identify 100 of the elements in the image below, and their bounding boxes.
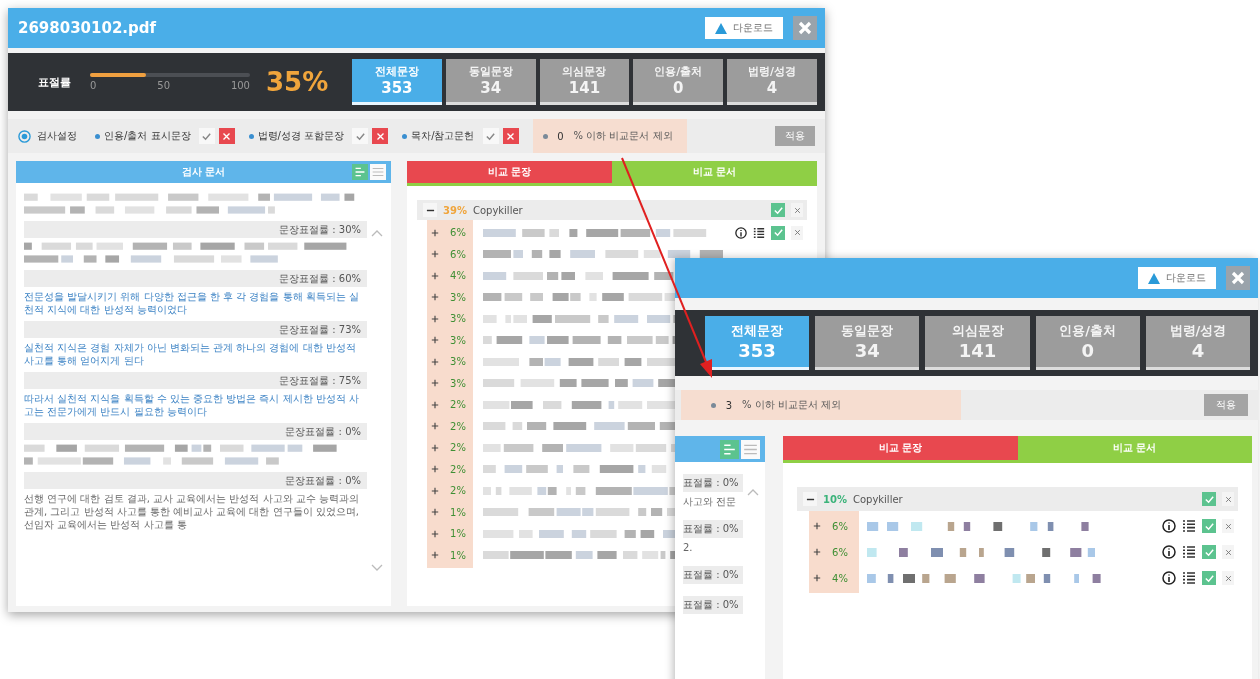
expand-icon[interactable]: [431, 357, 439, 366]
group-percent: 10%: [823, 493, 847, 505]
close-icon: [1224, 548, 1232, 556]
split-view-icon[interactable]: [720, 439, 739, 459]
check-button[interactable]: [771, 225, 785, 240]
expand-icon[interactable]: [431, 486, 439, 495]
similarity-rate: 표절률 : 0%: [683, 566, 743, 584]
include-button[interactable]: [352, 128, 369, 144]
bullet-icon: [711, 402, 716, 408]
match-percent: 3%: [449, 313, 467, 325]
tab[interactable]: 의심문장 141: [539, 59, 630, 105]
tab[interactable]: 인용/출처 0: [1035, 316, 1140, 370]
close-button[interactable]: [1226, 266, 1250, 290]
tab[interactable]: 법령/성경 4: [1145, 316, 1250, 370]
apply-button[interactable]: 적용: [1204, 394, 1248, 416]
expand-icon[interactable]: [813, 522, 821, 530]
close-icon: [375, 131, 385, 141]
remove-button[interactable]: [1222, 545, 1234, 559]
list-icon[interactable]: [1182, 545, 1196, 559]
close-icon: [506, 131, 515, 141]
percent-field[interactable]: 0: [553, 130, 568, 142]
match-percent: 2%: [449, 463, 467, 475]
match-percent: 3%: [449, 356, 467, 368]
remove-button[interactable]: [1222, 519, 1234, 533]
tick-label: 100: [230, 80, 250, 91]
expand-icon[interactable]: [813, 548, 821, 556]
exclude-button[interactable]: [218, 128, 235, 144]
match-percent: 1%: [449, 506, 467, 518]
bullet-icon: [542, 133, 548, 139]
expand-icon[interactable]: [431, 400, 439, 409]
group-name: Copykiller: [472, 204, 523, 216]
compare-tab[interactable]: 비교 문서: [612, 161, 817, 183]
match-percent: 6%: [831, 546, 849, 558]
compare-tab[interactable]: 비교 문장: [783, 436, 1018, 460]
remove-button[interactable]: [791, 203, 803, 217]
tab[interactable]: 동일문장 34: [815, 316, 920, 370]
remove-button[interactable]: [1222, 571, 1234, 585]
sentence-text: 2.: [683, 541, 694, 554]
list-icon[interactable]: [753, 226, 765, 239]
exclude-button[interactable]: [372, 128, 389, 144]
tab[interactable]: 전체문장 353: [705, 316, 810, 370]
check-button[interactable]: [771, 203, 785, 217]
collapse-button[interactable]: [423, 203, 437, 217]
download-button[interactable]: 다운로드: [1138, 267, 1216, 289]
expand-icon[interactable]: [431, 508, 439, 517]
check-icon: [1203, 520, 1215, 532]
expand-icon[interactable]: [431, 228, 439, 237]
expand-icon[interactable]: [431, 293, 439, 302]
expand-icon[interactable]: [431, 271, 439, 280]
expand-icon[interactable]: [431, 314, 439, 323]
source-group-row[interactable]: 10% Copykiller: [797, 487, 1238, 511]
apply-button[interactable]: 적용: [775, 126, 815, 146]
exclude-button[interactable]: [502, 128, 519, 144]
info-icon[interactable]: [735, 226, 747, 239]
sentence-text: 실천적 지식은 경험 자체가 아닌 변화되는 관계 하나의 경험에 대한 반성적 사고를 통해 얻어지게 된다: [24, 341, 357, 367]
compare-tab[interactable]: 비교 문장: [407, 161, 612, 183]
tab[interactable]: 인용/출처 0: [633, 59, 724, 105]
tab[interactable]: 전체문장 353: [352, 59, 442, 105]
expand-icon[interactable]: [431, 529, 439, 538]
exclusion-label: % 이하 비교문서 제외: [573, 129, 673, 143]
match-percent: 3%: [449, 377, 467, 389]
tab[interactable]: 법령/성경 4: [727, 59, 817, 105]
check-button[interactable]: [1202, 571, 1216, 585]
expand-icon[interactable]: [431, 250, 439, 259]
remove-button[interactable]: [1222, 492, 1234, 506]
check-button[interactable]: [1202, 519, 1216, 533]
tick-label: 50: [157, 80, 170, 91]
compare-tab[interactable]: 비교 문서: [1017, 436, 1252, 460]
expand-icon[interactable]: [431, 443, 439, 452]
list-icon[interactable]: [1182, 519, 1196, 533]
score-value: 35%: [266, 67, 330, 97]
include-button[interactable]: [198, 128, 215, 144]
download-button[interactable]: 다운로드: [705, 17, 783, 39]
check-button[interactable]: [1202, 492, 1216, 506]
bullet-icon: [95, 133, 100, 139]
info-icon[interactable]: [1162, 571, 1176, 585]
bullet-icon: [248, 133, 254, 139]
close-button[interactable]: [793, 16, 817, 40]
list-icon[interactable]: [1182, 571, 1196, 585]
tab[interactable]: 동일문장 34: [445, 59, 536, 105]
collapse-button[interactable]: [803, 492, 817, 506]
percent-field[interactable]: 3: [722, 399, 736, 411]
close-icon: [1224, 574, 1232, 582]
expand-icon[interactable]: [431, 551, 439, 560]
remove-button[interactable]: [791, 225, 803, 240]
expand-icon[interactable]: [431, 422, 439, 431]
expand-icon[interactable]: [431, 336, 439, 345]
expand-icon[interactable]: [431, 379, 439, 388]
info-icon[interactable]: [1162, 545, 1176, 559]
expand-icon[interactable]: [431, 465, 439, 474]
match-percent: 2%: [449, 442, 467, 454]
tab[interactable]: 의심문장 141: [925, 316, 1030, 370]
filter-label: 인용/출처 표시문장: [104, 129, 191, 143]
expand-icon[interactable]: [813, 574, 821, 582]
check-button[interactable]: [1202, 545, 1216, 559]
include-button[interactable]: [482, 128, 499, 144]
close-icon: [798, 21, 812, 35]
match-percent: 2%: [449, 399, 467, 411]
info-icon[interactable]: [1162, 519, 1176, 533]
source-group-row[interactable]: 39% Copykiller: [417, 200, 807, 220]
